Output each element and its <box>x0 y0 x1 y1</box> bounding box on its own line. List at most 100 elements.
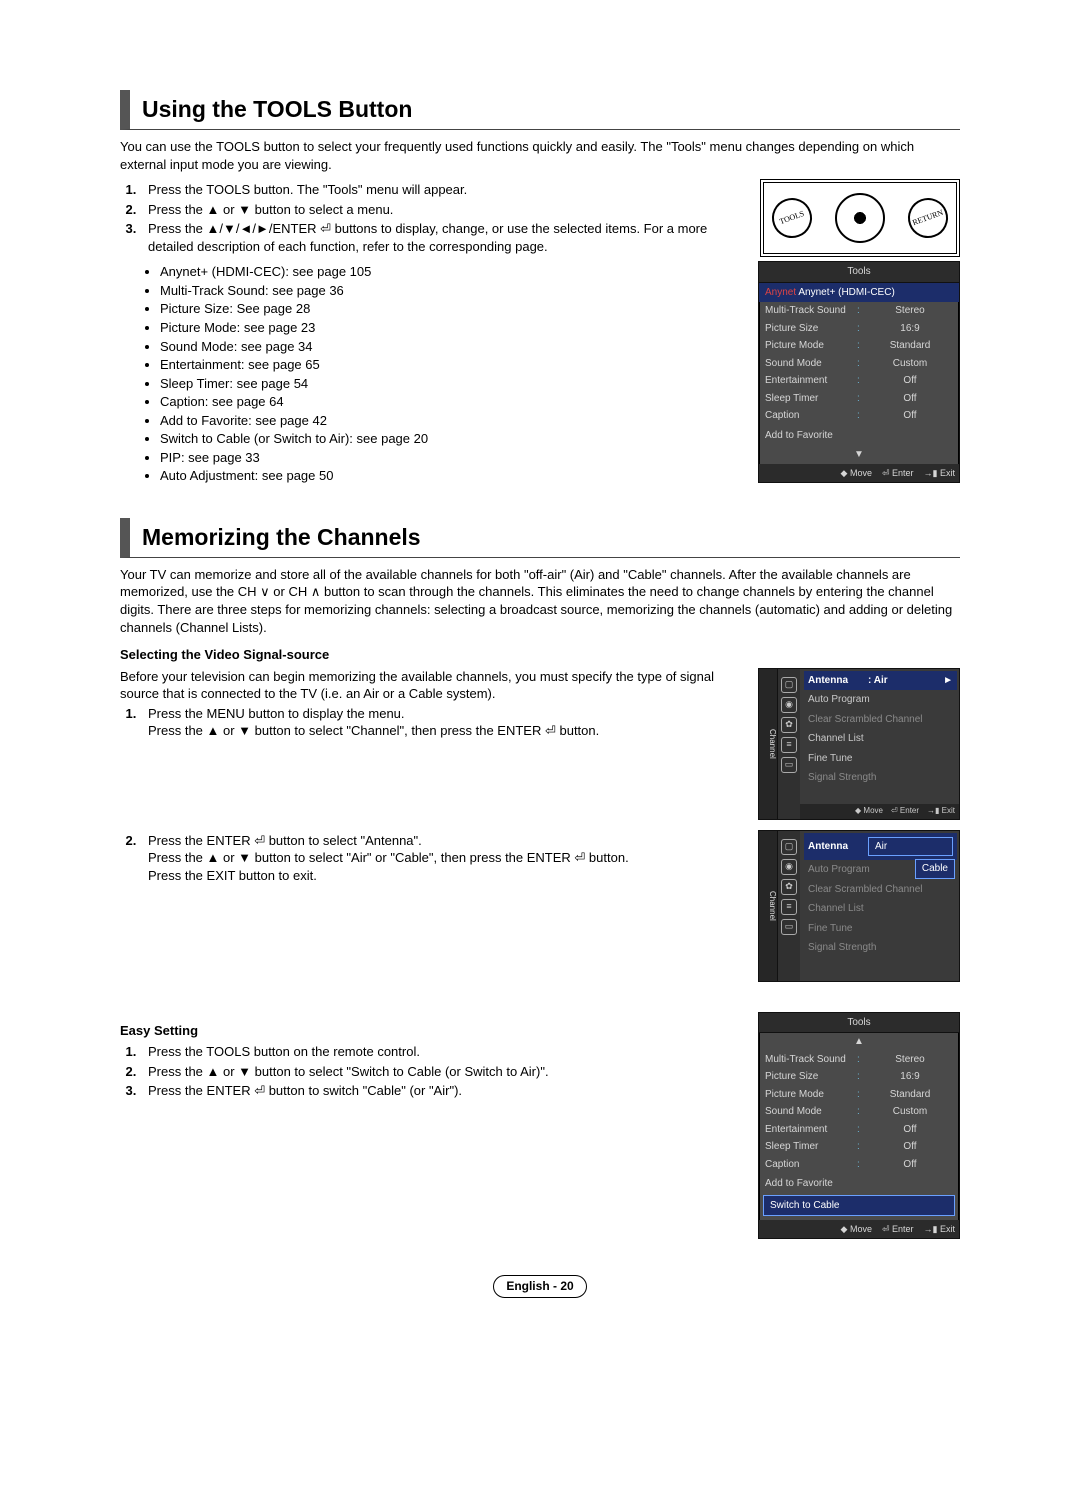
row-value: : Air <box>868 675 888 686</box>
osd-row: Picture Size:16:9 <box>759 1068 959 1086</box>
bullet: Entertainment: see page 65 <box>160 356 740 374</box>
osd-title: Tools <box>759 1013 959 1034</box>
menu-icon-column: ▢ ◉ ✿ ≡ ▭ <box>778 831 800 981</box>
step: Press the ▲ or ▼ button to select "Switc… <box>140 1063 740 1081</box>
step: Press the ▲/▼/◄/►/ENTER ⏎ buttons to dis… <box>140 220 742 255</box>
osd-footer: ◆ Move ⏎ Enter →▮ Exit <box>759 1220 959 1238</box>
osd-row: Caption:Off <box>759 407 959 425</box>
osd-row: Entertainment:Off <box>759 372 959 390</box>
menu-row-highlight: Antenna : Air ► <box>804 671 957 691</box>
page-footer: English - 20 <box>493 1275 586 1297</box>
step: Press the MENU button to display the men… <box>140 705 740 740</box>
step: Press the TOOLS button. The "Tools" menu… <box>140 181 742 199</box>
menu-row: Auto Program <box>804 690 957 710</box>
channel-icon: ◉ <box>781 859 797 875</box>
menu-row: Fine Tune <box>804 749 957 769</box>
osd-row: Picture Mode:Standard <box>759 337 959 355</box>
menu-row-dim: Fine Tune <box>804 919 957 939</box>
step: Press the ENTER ⏎ button to switch "Cabl… <box>140 1082 740 1100</box>
menu-row-dim: Clear Scrambled Channel <box>804 880 957 900</box>
osd-row: Multi-Track Sound:Stereo <box>759 302 959 320</box>
section2-intro: Your TV can memorize and store all of th… <box>120 566 960 636</box>
section1-bullets: Anynet+ (HDMI-CEC): see page 105 Multi-T… <box>160 263 740 485</box>
section1-intro: You can use the TOOLS button to select y… <box>120 138 960 173</box>
tools-osd-1: Tools Anynet Anynet+ (HDMI-CEC) Multi-Tr… <box>758 261 960 483</box>
row-label: Antenna <box>808 840 848 854</box>
channel-tab: Channel <box>759 831 778 981</box>
exit-hint: →▮ Exit <box>927 806 955 817</box>
channel-tab: Channel <box>759 669 778 819</box>
channel-menu-1: Channel ▢ ◉ ✿ ≡ ▭ Antenna : Air ► Auto P… <box>758 668 960 820</box>
return-button-icon: RETURN <box>902 193 953 244</box>
osd-row: Multi-Track Sound:Stereo <box>759 1051 959 1069</box>
settings-icon: ✿ <box>781 717 797 733</box>
picture-icon: ▢ <box>781 677 797 693</box>
osd-row: Sleep Timer:Off <box>759 390 959 408</box>
step: Press the TOOLS button on the remote con… <box>140 1043 740 1061</box>
section1-title: Using the TOOLS Button <box>120 90 960 130</box>
osd-row: Entertainment:Off <box>759 1121 959 1139</box>
subhead-signal-source: Selecting the Video Signal-source <box>120 646 960 664</box>
osd-row: Sleep Timer:Off <box>759 1138 959 1156</box>
osd-row: Add to Favorite <box>759 1173 959 1195</box>
channel-menu-2: Channel ▢ ◉ ✿ ≡ ▭ Antenna Air Auto Progr… <box>758 830 960 982</box>
scroll-down-icon: ▼ <box>759 446 959 464</box>
step: Press the ▲ or ▼ button to select a menu… <box>140 201 742 219</box>
row-label: Antenna <box>808 674 848 688</box>
bullet: PIP: see page 33 <box>160 449 740 467</box>
input-icon: ▭ <box>781 757 797 773</box>
bullet: Multi-Track Sound: see page 36 <box>160 282 740 300</box>
exit-hint: →▮ Exit <box>924 1223 955 1235</box>
bullet: Auto Adjustment: see page 50 <box>160 467 740 485</box>
tools-osd-2: Tools ▲ Multi-Track Sound:Stereo Picture… <box>758 1012 960 1240</box>
menu-row-dim: Signal Strength <box>804 768 957 788</box>
bullet: Picture Mode: see page 23 <box>160 319 740 337</box>
dpad-icon <box>835 193 885 243</box>
move-hint: ◆ Move <box>841 1223 872 1235</box>
section1-steps: Press the TOOLS button. The "Tools" menu… <box>140 181 742 255</box>
osd-highlight-row: Anynet Anynet+ (HDMI-CEC) <box>759 283 959 303</box>
menu-row-dim: Signal Strength <box>804 938 957 958</box>
sub1-intro: Before your television can begin memoriz… <box>120 668 740 703</box>
scroll-up-icon: ▲ <box>759 1033 959 1051</box>
menu-row-dim: Channel List <box>804 899 957 919</box>
tools-button-icon: TOOLS <box>766 193 817 244</box>
sub1-steps-2: Press the ENTER ⏎ button to select "Ante… <box>140 832 740 885</box>
bullet: Caption: see page 64 <box>160 393 740 411</box>
move-hint: ◆ Move <box>841 467 872 479</box>
osd-row: Sound Mode:Custom <box>759 355 959 373</box>
easy-setting-steps: Press the TOOLS button on the remote con… <box>140 1043 740 1100</box>
osd-highlight-row: Switch to Cable <box>763 1195 955 1217</box>
network-icon: ≡ <box>781 737 797 753</box>
menu-row: Channel List <box>804 729 957 749</box>
menu-row-dim: Clear Scrambled Channel <box>804 710 957 730</box>
osd-row: Caption:Off <box>759 1156 959 1174</box>
bullet: Sound Mode: see page 34 <box>160 338 740 356</box>
osd-row: Picture Mode:Standard <box>759 1086 959 1104</box>
bullet: Picture Size: See page 28 <box>160 300 740 318</box>
network-icon: ≡ <box>781 899 797 915</box>
step: Press the ENTER ⏎ button to select "Ante… <box>140 832 740 885</box>
bullet: Switch to Cable (or Switch to Air): see … <box>160 430 740 448</box>
menu-icon-column: ▢ ◉ ✿ ≡ ▭ <box>778 669 800 819</box>
osd-footer: ◆ Move ⏎ Enter →▮ Exit <box>759 464 959 482</box>
bullet: Anynet+ (HDMI-CEC): see page 105 <box>160 263 740 281</box>
section2-title: Memorizing the Channels <box>120 518 960 558</box>
exit-hint: →▮ Exit <box>924 467 955 479</box>
anynet-brand-icon: Anynet <box>765 287 796 298</box>
osd-highlight-label: Anynet+ (HDMI-CEC) <box>798 287 894 298</box>
osd-row: Picture Size:16:9 <box>759 320 959 338</box>
osd-row: Add to Favorite <box>759 425 959 447</box>
subhead-easy-setting: Easy Setting <box>120 1022 740 1040</box>
enter-hint: ⏎ Enter <box>882 1223 914 1235</box>
move-hint: ◆ Move <box>855 806 883 817</box>
menu-row-highlight: Antenna Air <box>804 833 957 861</box>
option-air: Air <box>868 837 953 857</box>
bullet: Add to Favorite: see page 42 <box>160 412 740 430</box>
remote-illustration: TOOLS RETURN <box>760 179 960 257</box>
settings-icon: ✿ <box>781 879 797 895</box>
menu-footer: ◆ Move ⏎ Enter →▮ Exit <box>800 804 959 819</box>
sub1-steps-1: Press the MENU button to display the men… <box>140 705 740 740</box>
enter-hint: ⏎ Enter <box>882 467 914 479</box>
option-cable: Cable <box>915 859 955 879</box>
